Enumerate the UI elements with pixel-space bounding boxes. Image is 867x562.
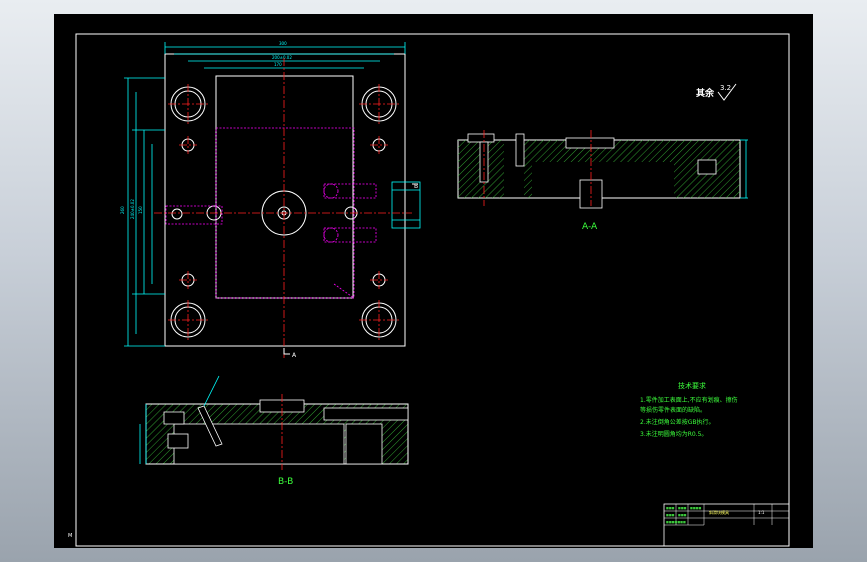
tech-requirements: 技术要求 1.零件加工表面上,不应有划痕、擦伤 等损伤零件表面的缺陷。 2.未注… [640,381,738,438]
drawing-canvas[interactable]: 300 200±0.02 170 260 240±0.02 150 A B A-… [54,14,813,548]
svg-text:■■■: ■■■ [666,506,675,510]
scale-value: 1:1 [758,510,765,515]
cut-mark-a: A [292,352,297,359]
plate-outline [164,53,406,347]
corner-mark: M [68,533,72,539]
svg-text:■■■: ■■■ [678,513,687,517]
svg-text:■■■: ■■■ [678,506,687,510]
svg-text:200±0.02: 200±0.02 [272,55,292,60]
section-bb-view: B-B [139,375,409,487]
tech-title: 技术要求 [678,381,706,390]
svg-text:300: 300 [279,41,287,46]
svg-text:170: 170 [274,62,282,67]
svg-text:■■■■■■■: ■■■■■■■ [666,520,686,524]
svg-text:150: 150 [138,206,143,214]
cut-mark-b: B [414,183,418,190]
title-block: ■■■ ■■■ ■■■■ ■■■ ■■■ ■■■■■■■ 斜滑块模具 1:1 [663,503,790,547]
tech-item-1: 1.零件加工表面上,不应有划痕、擦伤 [640,396,738,404]
outer-border [75,33,790,547]
section-aa-label: A-A [582,222,598,232]
tech-item-2: 等损伤零件表面的缺陷。 [640,406,706,414]
section-aa-view: A-A [457,130,748,232]
drawing-name: 斜滑块模具 [709,509,729,515]
roughness-value: 3.2 [720,84,731,92]
cavity-outline [215,75,354,299]
guide-holes [170,86,397,338]
svg-text:260: 260 [120,206,125,214]
svg-text:240±0.02: 240±0.02 [130,199,135,219]
tech-item-4: 3.未注明圆角均为R0.5。 [640,430,707,438]
tech-item-3: 2.未注倒角公差按GB执行。 [640,418,715,426]
svg-text:■■■: ■■■ [666,513,675,517]
plan-view: 300 200±0.02 170 260 240±0.02 150 A B [120,41,421,359]
centerlines [154,58,412,358]
section-bb-label: B-B [278,477,293,487]
roughness-note: 其余 3.2 [696,83,737,101]
cad-drawing: 300 200±0.02 170 260 240±0.02 150 A B A-… [68,33,790,547]
roughness-label: 其余 [696,87,715,99]
svg-text:■■■■: ■■■■ [690,506,702,510]
